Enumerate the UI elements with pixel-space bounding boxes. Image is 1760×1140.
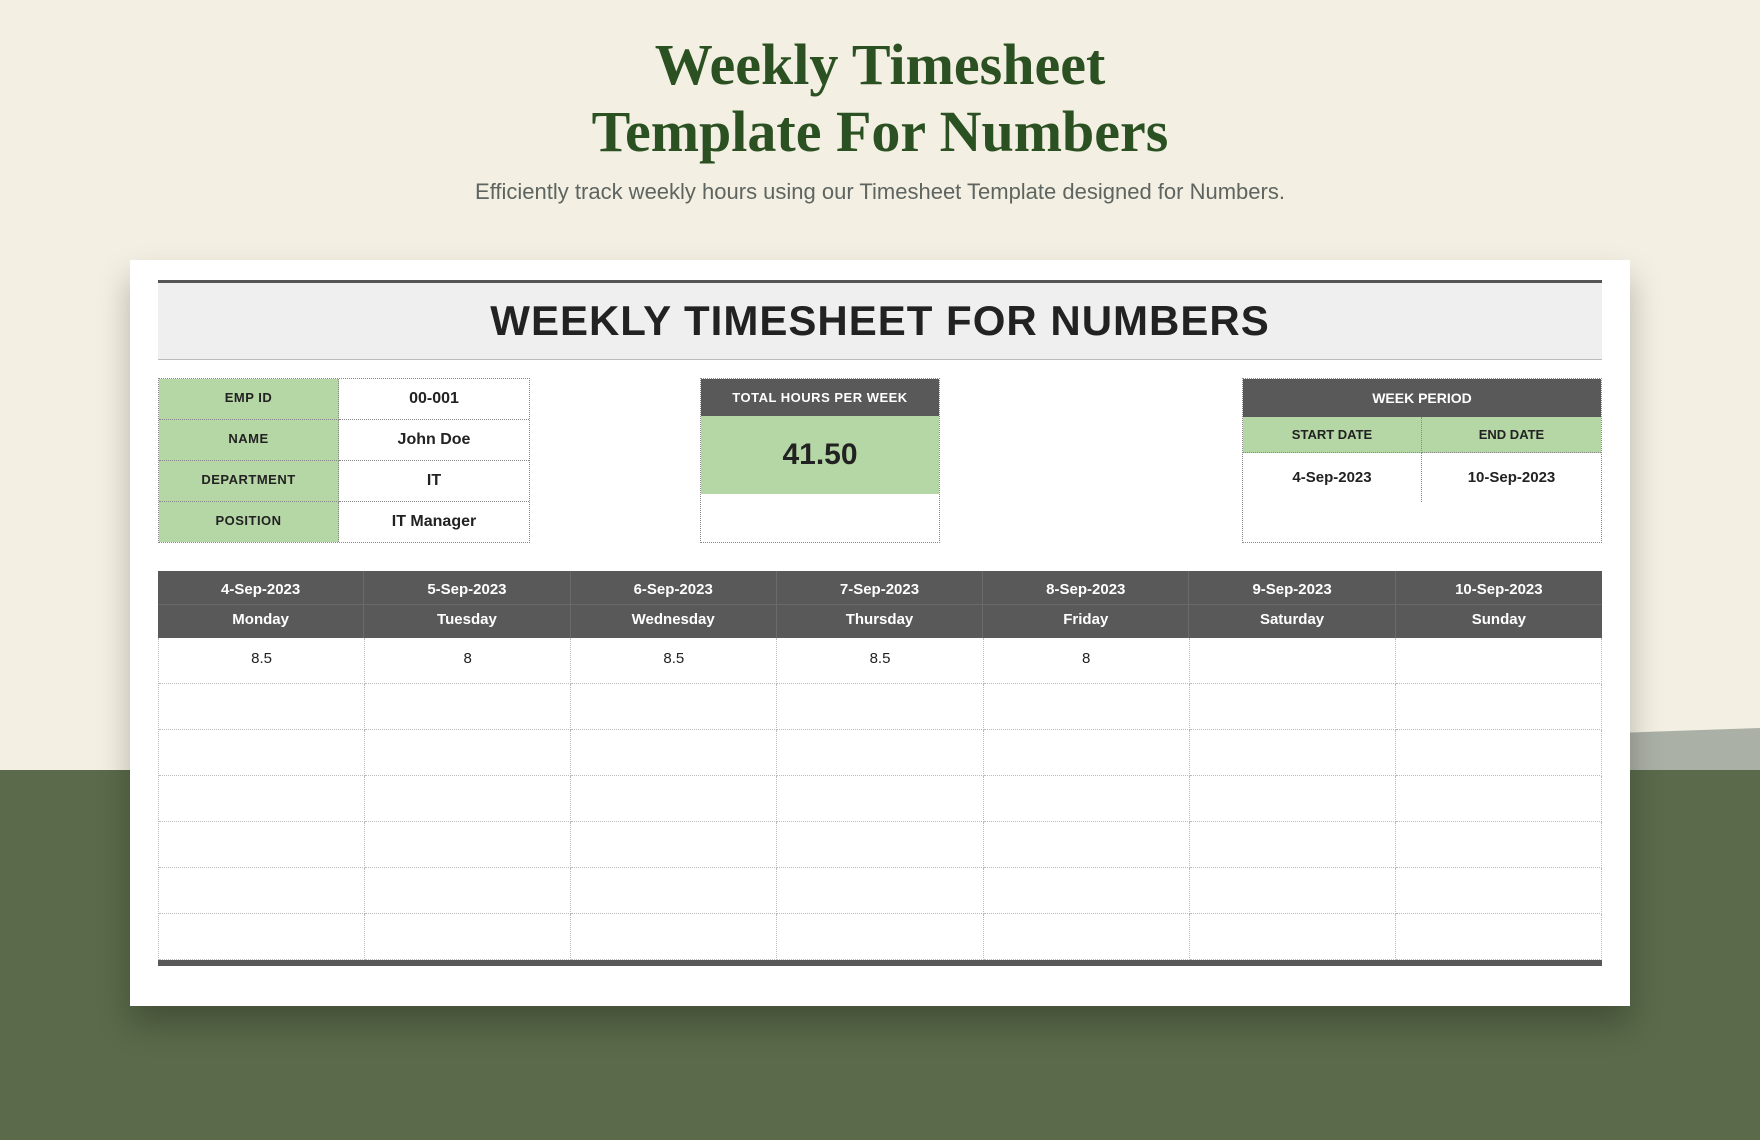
empty-cell bbox=[984, 684, 1190, 730]
emp-name-label: NAME bbox=[159, 420, 339, 461]
day-date: 9-Sep-2023 bbox=[1189, 571, 1394, 604]
empty-cell bbox=[1396, 822, 1602, 868]
empty-cell bbox=[1396, 684, 1602, 730]
empty-cell bbox=[159, 822, 365, 868]
start-date-label: START DATE bbox=[1243, 417, 1422, 453]
day-date: 10-Sep-2023 bbox=[1396, 571, 1602, 604]
day-column-header: 9-Sep-2023Saturday bbox=[1189, 571, 1395, 638]
start-date-value: 4-Sep-2023 bbox=[1243, 453, 1422, 502]
day-name: Sunday bbox=[1396, 604, 1602, 638]
empty-cell bbox=[159, 868, 365, 914]
day-column-header: 5-Sep-2023Tuesday bbox=[364, 571, 570, 638]
emp-name-value: John Doe bbox=[339, 420, 529, 461]
empty-cell bbox=[984, 730, 1190, 776]
timesheet-card: WEEKLY TIMESHEET FOR NUMBERS EMP ID 00-0… bbox=[130, 260, 1630, 1006]
bottom-bar bbox=[158, 960, 1602, 966]
empty-cell bbox=[159, 776, 365, 822]
day-column-header: 6-Sep-2023Wednesday bbox=[571, 571, 777, 638]
day-name: Friday bbox=[983, 604, 1188, 638]
total-hours-label: TOTAL HOURS PER WEEK bbox=[701, 379, 939, 416]
day-date: 8-Sep-2023 bbox=[983, 571, 1188, 604]
empty-cell bbox=[984, 868, 1190, 914]
empty-cell bbox=[365, 684, 571, 730]
empty-cell bbox=[571, 684, 777, 730]
empty-cell bbox=[777, 730, 983, 776]
hours-grid: 8.588.58.58 bbox=[158, 638, 1602, 960]
day-column-header: 4-Sep-2023Monday bbox=[158, 571, 364, 638]
empty-cell bbox=[777, 914, 983, 960]
empty-cell bbox=[571, 822, 777, 868]
emp-pos-label: POSITION bbox=[159, 502, 339, 542]
hours-cell: 8 bbox=[984, 638, 1190, 684]
end-date-value: 10-Sep-2023 bbox=[1422, 453, 1601, 502]
empty-cell bbox=[571, 776, 777, 822]
empty-cell bbox=[1190, 822, 1396, 868]
empty-cell bbox=[571, 914, 777, 960]
empty-cell bbox=[365, 822, 571, 868]
emp-dept-value: IT bbox=[339, 461, 529, 502]
empty-cell bbox=[777, 822, 983, 868]
empty-cell bbox=[984, 776, 1190, 822]
empty-cell bbox=[159, 730, 365, 776]
page-subtitle: Efficiently track weekly hours using our… bbox=[0, 179, 1760, 205]
day-name: Saturday bbox=[1189, 604, 1394, 638]
empty-cell bbox=[984, 822, 1190, 868]
hours-cell bbox=[1190, 638, 1396, 684]
emp-dept-label: DEPARTMENT bbox=[159, 461, 339, 502]
empty-cell bbox=[159, 684, 365, 730]
empty-cell bbox=[984, 914, 1190, 960]
emp-id-label: EMP ID bbox=[159, 379, 339, 420]
end-date-label: END DATE bbox=[1422, 417, 1601, 453]
empty-cell bbox=[365, 730, 571, 776]
empty-cell bbox=[777, 868, 983, 914]
empty-cell bbox=[365, 914, 571, 960]
total-hours-value: 41.50 bbox=[701, 416, 939, 494]
hours-cell: 8.5 bbox=[777, 638, 983, 684]
day-column-header: 8-Sep-2023Friday bbox=[983, 571, 1189, 638]
empty-cell bbox=[571, 868, 777, 914]
day-name: Tuesday bbox=[364, 604, 569, 638]
empty-cell bbox=[1190, 684, 1396, 730]
day-date: 6-Sep-2023 bbox=[571, 571, 776, 604]
day-date: 7-Sep-2023 bbox=[777, 571, 982, 604]
emp-pos-value: IT Manager bbox=[339, 502, 529, 542]
meta-row: EMP ID 00-001 NAME John Doe DEPARTMENT I… bbox=[158, 378, 1602, 543]
hours-cell: 8.5 bbox=[571, 638, 777, 684]
day-column-header: 10-Sep-2023Sunday bbox=[1396, 571, 1602, 638]
day-date: 4-Sep-2023 bbox=[158, 571, 363, 604]
day-column-header: 7-Sep-2023Thursday bbox=[777, 571, 983, 638]
title-line-1: Weekly Timesheet bbox=[0, 32, 1760, 99]
empty-cell bbox=[365, 776, 571, 822]
page-title: Weekly Timesheet Template For Numbers bbox=[0, 0, 1760, 165]
day-date: 5-Sep-2023 bbox=[364, 571, 569, 604]
day-name: Thursday bbox=[777, 604, 982, 638]
title-line-2: Template For Numbers bbox=[0, 99, 1760, 166]
empty-cell bbox=[1190, 914, 1396, 960]
empty-cell bbox=[365, 868, 571, 914]
day-name: Monday bbox=[158, 604, 363, 638]
employee-box: EMP ID 00-001 NAME John Doe DEPARTMENT I… bbox=[158, 378, 530, 543]
total-hours-box: TOTAL HOURS PER WEEK 41.50 bbox=[700, 378, 940, 543]
sheet-title: WEEKLY TIMESHEET FOR NUMBERS bbox=[158, 280, 1602, 360]
empty-cell bbox=[1396, 730, 1602, 776]
empty-cell bbox=[777, 684, 983, 730]
empty-cell bbox=[159, 914, 365, 960]
emp-id-value: 00-001 bbox=[339, 379, 529, 420]
empty-cell bbox=[1190, 776, 1396, 822]
week-period-heading: WEEK PERIOD bbox=[1243, 379, 1601, 417]
hours-cell bbox=[1396, 638, 1602, 684]
empty-cell bbox=[777, 776, 983, 822]
empty-cell bbox=[1190, 730, 1396, 776]
hours-cell: 8.5 bbox=[159, 638, 365, 684]
empty-cell bbox=[1396, 776, 1602, 822]
empty-cell bbox=[571, 730, 777, 776]
empty-cell bbox=[1396, 868, 1602, 914]
hours-cell: 8 bbox=[365, 638, 571, 684]
empty-cell bbox=[1190, 868, 1396, 914]
days-header: 4-Sep-2023Monday5-Sep-2023Tuesday6-Sep-2… bbox=[158, 571, 1602, 638]
day-name: Wednesday bbox=[571, 604, 776, 638]
week-period-box: WEEK PERIOD START DATE END DATE 4-Sep-20… bbox=[1242, 378, 1602, 543]
empty-cell bbox=[1396, 914, 1602, 960]
